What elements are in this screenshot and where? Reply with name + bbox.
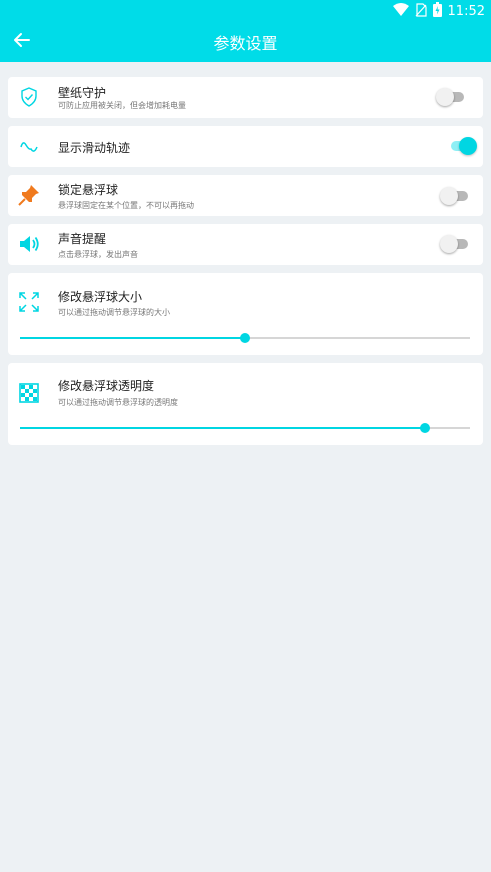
setting-description: 可以通过拖动调节悬浮球的大小 bbox=[58, 308, 170, 317]
setting-description: 可以通过拖动调节悬浮球的透明度 bbox=[58, 398, 178, 407]
slider-thumb[interactable] bbox=[420, 423, 430, 433]
show-trail-toggle[interactable] bbox=[445, 135, 479, 157]
setting-description: 悬浮球固定在某个位置，不可以再拖动 bbox=[58, 201, 194, 210]
expand-icon bbox=[18, 291, 40, 313]
setting-wallpaper-guard: 壁纸守护 可防止应用被关闭，但会增加耗电量 bbox=[8, 77, 483, 118]
setting-sound-alert: 声音提醒 点击悬浮球，发出声音 bbox=[8, 224, 483, 265]
page-title: 参数设置 bbox=[213, 34, 278, 53]
slider-thumb[interactable] bbox=[240, 333, 250, 343]
checkerboard-icon bbox=[18, 382, 40, 404]
setting-ball-size: 修改悬浮球大小 可以通过拖动调节悬浮球的大小 bbox=[8, 273, 483, 355]
setting-title: 修改悬浮球透明度 bbox=[58, 379, 155, 393]
app-bar: 参数设置 bbox=[0, 22, 491, 62]
setting-title: 修改悬浮球大小 bbox=[58, 290, 143, 304]
setting-title: 锁定悬浮球 bbox=[58, 183, 119, 197]
setting-title: 显示滑动轨迹 bbox=[58, 141, 131, 155]
wave-icon bbox=[18, 136, 40, 158]
wallpaper-guard-toggle[interactable] bbox=[436, 86, 470, 108]
battery-icon bbox=[432, 1, 442, 21]
shield-icon bbox=[18, 86, 40, 108]
sound-alert-toggle[interactable] bbox=[440, 233, 474, 255]
speaker-icon bbox=[18, 233, 40, 255]
setting-description: 点击悬浮球，发出声音 bbox=[58, 250, 138, 259]
ball-opacity-slider[interactable] bbox=[20, 421, 470, 435]
pin-icon bbox=[18, 184, 40, 206]
setting-show-trail: 显示滑动轨迹 bbox=[8, 126, 483, 167]
no-sim-icon bbox=[415, 2, 427, 21]
status-time: 11:52 bbox=[447, 3, 485, 19]
setting-ball-opacity: 修改悬浮球透明度 可以通过拖动调节悬浮球的透明度 bbox=[8, 363, 483, 445]
lock-ball-toggle[interactable] bbox=[440, 185, 474, 207]
setting-title: 声音提醒 bbox=[58, 232, 107, 246]
setting-lock-ball: 锁定悬浮球 悬浮球固定在某个位置，不可以再拖动 bbox=[8, 175, 483, 216]
setting-description: 可防止应用被关闭，但会增加耗电量 bbox=[58, 101, 186, 110]
setting-title: 壁纸守护 bbox=[58, 86, 107, 100]
wifi-icon bbox=[392, 2, 409, 21]
status-bar: 11:52 bbox=[0, 0, 491, 22]
ball-size-slider[interactable] bbox=[20, 331, 470, 345]
